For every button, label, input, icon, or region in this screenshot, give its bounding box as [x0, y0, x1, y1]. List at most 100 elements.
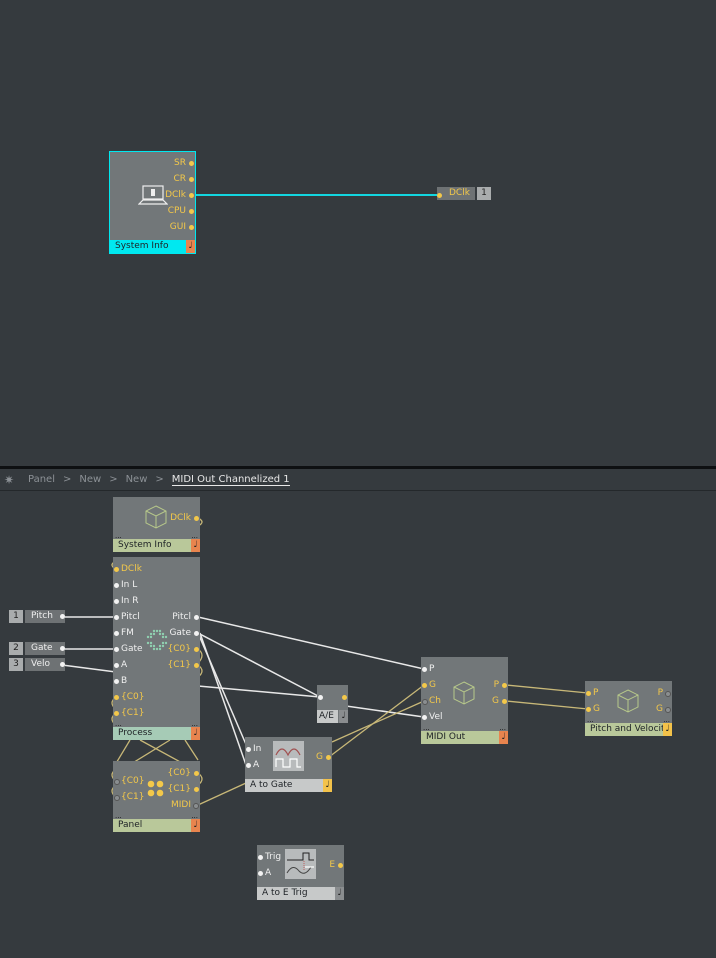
bus-port-velo[interactable] — [60, 662, 65, 667]
port-in-g[interactable] — [586, 707, 591, 712]
port-in-pitch[interactable] — [114, 615, 119, 620]
port-label: {C1} — [167, 784, 191, 794]
waveform-gate-icon — [273, 741, 304, 771]
note-icon[interactable]: ♩ — [191, 819, 200, 832]
module-title[interactable]: Process — [113, 727, 191, 740]
port-out-p[interactable] — [665, 691, 671, 697]
port-out-c0[interactable] — [194, 771, 199, 776]
grid-dots-icon — [146, 629, 168, 651]
port-a[interactable] — [258, 871, 263, 876]
breadcrumb-item-new-2[interactable]: New — [126, 474, 148, 485]
breadcrumb-item-new-1[interactable]: New — [79, 474, 101, 485]
port-in[interactable] — [318, 695, 323, 700]
port-in-p[interactable] — [422, 667, 427, 672]
port-in[interactable] — [246, 747, 251, 752]
port-out[interactable] — [342, 695, 347, 700]
port-in-gate[interactable] — [114, 647, 119, 652]
port-out-g[interactable] — [502, 699, 507, 704]
port-dclk[interactable] — [189, 193, 194, 198]
port-label-sr: SR — [174, 158, 186, 168]
module-title[interactable]: A/E — [317, 710, 338, 723]
port-in-c1[interactable] — [114, 795, 120, 801]
laptop-info-icon — [138, 185, 168, 205]
panel-module[interactable]: {C0} {C1} {C0} {C1} MIDI ... ... Panel ♩ — [113, 761, 200, 832]
bus-number: 1 — [9, 610, 23, 623]
port-out-g[interactable] — [665, 707, 671, 713]
port-out-c1[interactable] — [194, 787, 199, 792]
module-title[interactable]: MIDI Out — [421, 731, 499, 744]
port-in-c0[interactable] — [114, 695, 119, 700]
knobs-icon — [147, 780, 164, 797]
module-title[interactable]: A to E Trig — [257, 887, 335, 900]
port-out-pitch[interactable] — [194, 615, 199, 620]
midi-out-module[interactable]: P G Ch Vel P G ... ... MIDI Out ♩ — [421, 657, 508, 744]
module-title[interactable]: A to Gate — [245, 779, 323, 792]
port-in-p[interactable] — [586, 691, 591, 696]
port-in-c1[interactable] — [114, 711, 119, 716]
port-label: MIDI — [170, 800, 191, 810]
top-structure-pane[interactable] — [0, 0, 716, 466]
note-icon[interactable]: ♩ — [323, 779, 332, 792]
port-label-dclk: DClk — [165, 190, 186, 200]
port-dclk[interactable] — [194, 516, 199, 521]
module-title[interactable]: System Info — [113, 539, 191, 552]
port-out-c1[interactable] — [194, 663, 199, 668]
note-icon[interactable]: ♩ — [186, 240, 195, 253]
port-in-ch[interactable] — [422, 699, 428, 705]
port-label: {C0} — [121, 692, 145, 702]
gear-icon[interactable]: ✷ — [4, 474, 16, 486]
port-label: A — [265, 868, 272, 878]
port-g[interactable] — [326, 755, 331, 760]
pitch-and-velocity-module[interactable]: P G P G ... ... Pitch and Velocit ♩ — [585, 681, 672, 736]
bus-receive-gate[interactable]: 2 Gate — [9, 642, 65, 655]
note-icon[interactable]: ♩ — [191, 539, 200, 552]
bus-port-dclk[interactable] — [437, 193, 442, 198]
note-icon[interactable]: ♩ — [663, 723, 672, 736]
bus-port-pitch[interactable] — [60, 614, 65, 619]
port-in-b[interactable] — [114, 679, 119, 684]
cube-icon — [453, 681, 475, 705]
port-in-a[interactable] — [114, 663, 119, 668]
port-in-r[interactable] — [114, 599, 119, 604]
bus-receive-velo[interactable]: 3 Velo — [9, 658, 65, 671]
ae-module[interactable]: A/E ♩ — [317, 685, 348, 723]
port-in-vel[interactable] — [422, 715, 427, 720]
note-icon[interactable]: ♩ — [339, 710, 348, 723]
note-icon[interactable]: ♩ — [335, 887, 344, 900]
port-label: G — [656, 704, 663, 714]
bus-send-dclk[interactable]: DClk 1 — [437, 187, 491, 200]
module-title[interactable]: Panel — [113, 819, 191, 832]
a-to-gate-module[interactable]: In A G A to Gate ♩ — [245, 737, 332, 792]
port-cr[interactable] — [189, 177, 194, 182]
port-cpu[interactable] — [189, 209, 194, 214]
port-gui[interactable] — [189, 225, 194, 230]
port-label: G — [429, 680, 436, 690]
bus-receive-pitch[interactable]: 1 Pitch — [9, 610, 65, 623]
module-title[interactable]: System Info — [110, 240, 186, 253]
port-label: In — [253, 744, 262, 754]
port-out-midi[interactable] — [193, 803, 199, 809]
port-label: {C0} — [167, 768, 191, 778]
note-icon[interactable]: ♩ — [499, 731, 508, 744]
port-in-l[interactable] — [114, 583, 119, 588]
port-trig[interactable] — [258, 855, 263, 860]
port-sr[interactable] — [189, 161, 194, 166]
system-info-module-selected[interactable]: SR CR DClk CPU GUI System Info ♩ — [109, 151, 196, 254]
port-in-g[interactable] — [422, 683, 427, 688]
breadcrumb-item-panel[interactable]: Panel — [28, 474, 55, 485]
bus-port-gate[interactable] — [60, 646, 65, 651]
a-to-e-trig-module[interactable]: Trig A E A to E Trig ♩ — [257, 845, 344, 900]
port-in-fm[interactable] — [114, 631, 119, 636]
port-a[interactable] — [246, 763, 251, 768]
port-e[interactable] — [338, 863, 343, 868]
port-out-c0[interactable] — [194, 647, 199, 652]
port-out-gate[interactable] — [194, 631, 199, 636]
note-icon[interactable]: ♩ — [191, 727, 200, 740]
bus-label: Pitch — [25, 610, 65, 623]
module-title[interactable]: Pitch and Velocit — [585, 723, 663, 736]
port-in-c0[interactable] — [114, 779, 120, 785]
system-info-module[interactable]: DClk ... ... System Info ♩ — [113, 497, 200, 552]
port-out-p[interactable] — [502, 683, 507, 688]
process-module[interactable]: DClk In L In R Pitcl FM Gate A B {C0} {C… — [113, 557, 200, 740]
port-in-dclk[interactable] — [114, 567, 119, 572]
